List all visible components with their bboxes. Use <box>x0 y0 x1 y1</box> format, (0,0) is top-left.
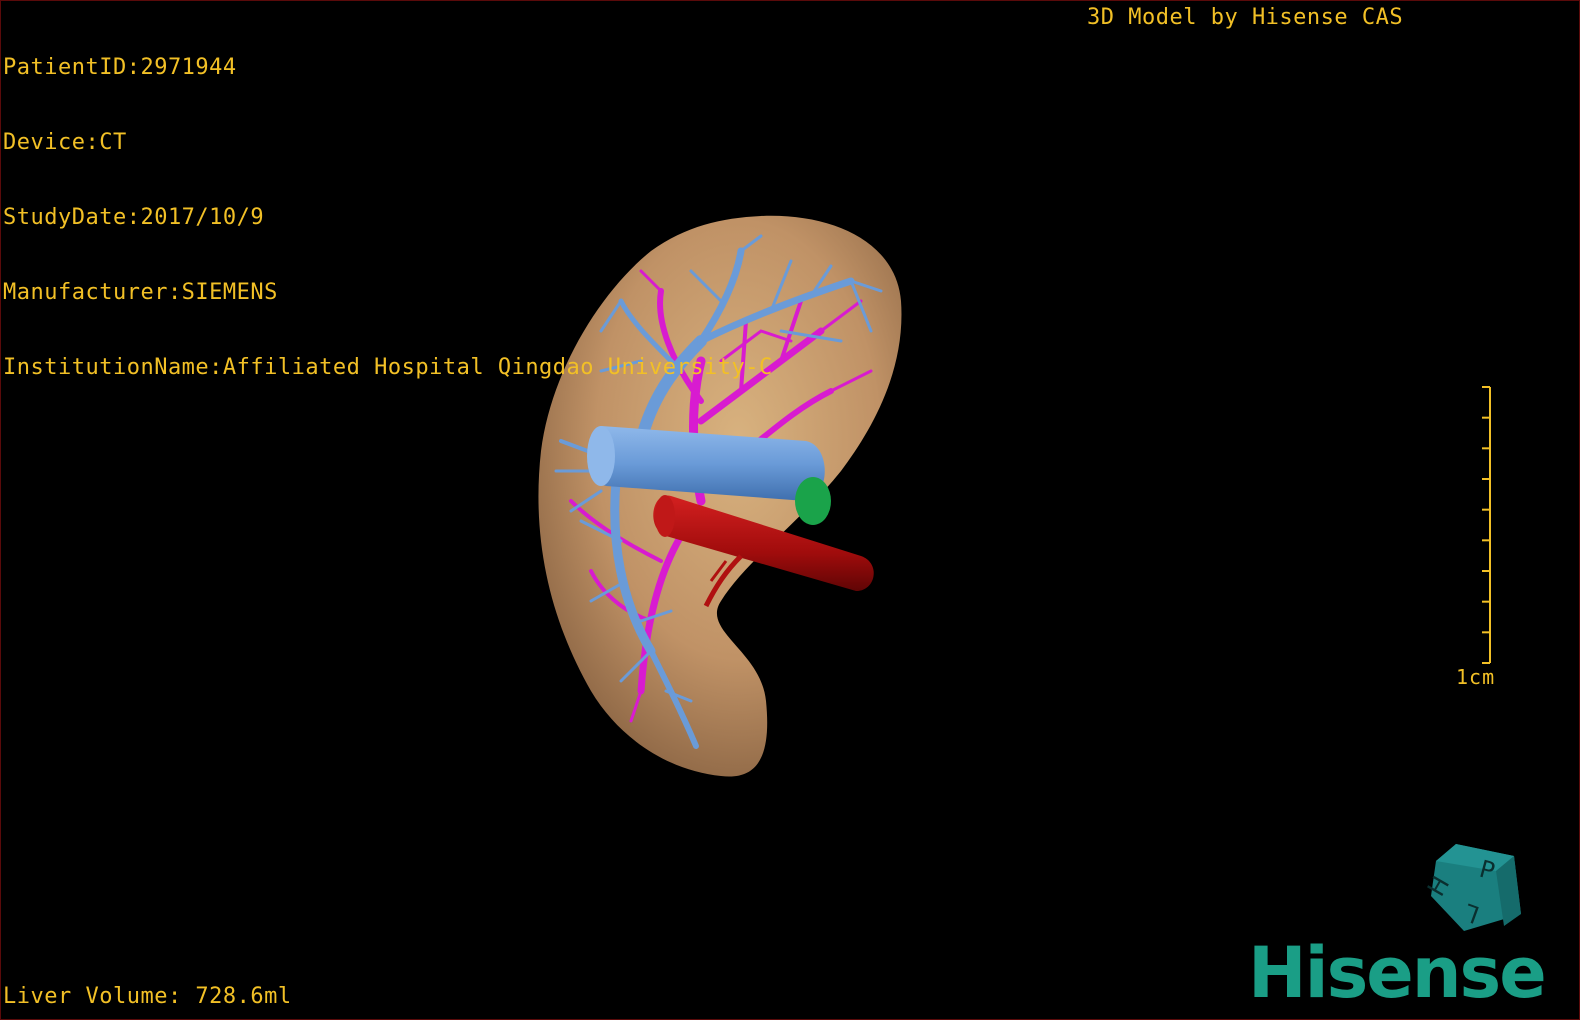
3d-viewport[interactable]: PatientID:2971944 Device:CT StudyDate:20… <box>0 0 1580 1020</box>
scale-bar <box>1482 386 1491 664</box>
patient-id-text: PatientID:2971944 <box>3 55 237 80</box>
study-info-overlay: PatientID:2971944 Device:CT StudyDate:20… <box>3 5 773 430</box>
scale-label: 1cm <box>1456 665 1496 689</box>
hisense-logo: Hisense <box>1248 932 1547 1014</box>
liver-volume-text: Liver Volume: 728.6ml <box>3 984 292 1009</box>
model-credit-text: 3D Model by Hisense CAS <box>1087 5 1404 30</box>
manufacturer-text: Manufacturer:SIEMENS <box>3 280 278 305</box>
device-text: Device:CT <box>3 130 127 155</box>
gallbladder <box>795 477 831 525</box>
orientation-cube-icon[interactable]: P H L <box>1426 836 1536 946</box>
study-date-text: StudyDate:2017/10/9 <box>3 205 265 230</box>
institution-text: InstitutionName:Affiliated Hospital Qing… <box>3 355 773 380</box>
